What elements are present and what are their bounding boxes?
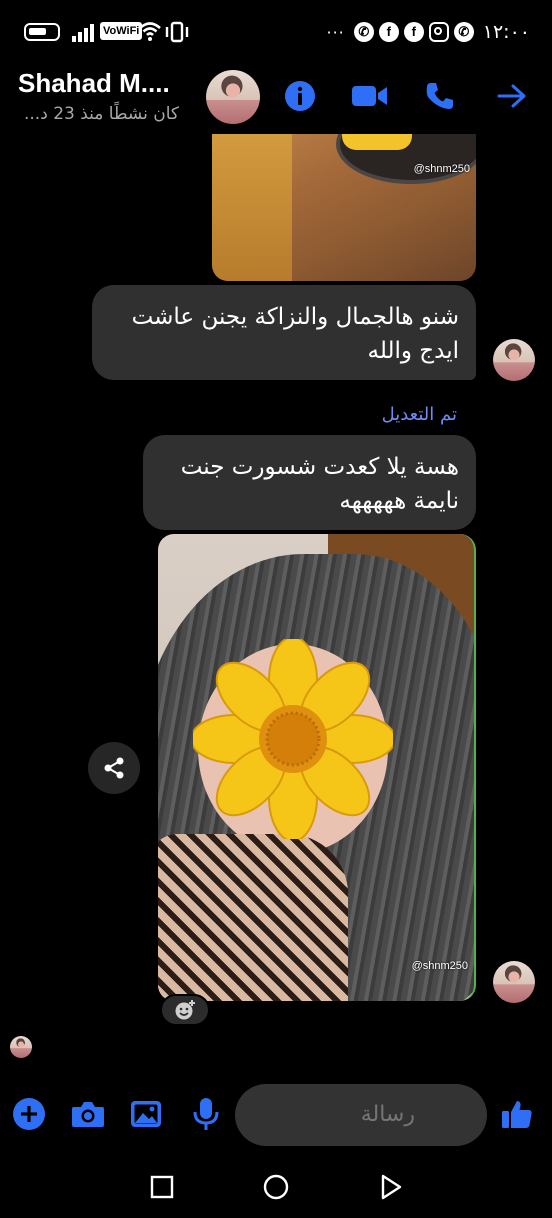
image-watermark: @shnm250 [413, 163, 470, 175]
plus-icon [13, 1098, 45, 1130]
square-icon [150, 1175, 174, 1199]
system-navigation-bar [0, 1150, 552, 1218]
gallery-icon [131, 1101, 161, 1127]
chat-header: Shahad M.... كان نشطًا منذ 23 د... [0, 64, 552, 134]
wifi-icon [139, 22, 161, 41]
more-notifications: ··· [326, 22, 345, 42]
status-right: ··· ✆ f f ✆ ١٢:٠٠ [327, 20, 531, 44]
contact-avatar[interactable] [206, 70, 260, 124]
facebook-icon: f [403, 22, 424, 42]
message-composer [0, 1082, 552, 1148]
home-button[interactable] [263, 1174, 289, 1200]
message-input[interactable] [235, 1084, 487, 1146]
forward-button[interactable] [494, 78, 530, 114]
vibrate-icon [165, 21, 189, 43]
contact-name[interactable]: Shahad M.... [18, 68, 170, 99]
add-button[interactable] [11, 1096, 47, 1132]
image-message[interactable]: @shnm250 [158, 534, 476, 1001]
voice-call-button[interactable] [422, 78, 458, 114]
emoji-add-icon [175, 1000, 195, 1020]
circle-icon [263, 1174, 289, 1200]
voice-message-button[interactable] [188, 1096, 224, 1132]
vowifi-badge: VoWiFi [100, 22, 143, 40]
whatsapp-icon: ✆ [353, 22, 374, 42]
info-icon [285, 81, 315, 111]
whatsapp-icon: ✆ [453, 22, 474, 42]
instagram-icon [428, 22, 449, 42]
forward-arrow-icon [497, 84, 526, 108]
last-active-status: كان نشطًا منذ 23 د... [24, 104, 179, 124]
info-button[interactable] [282, 78, 318, 114]
back-button[interactable] [378, 1174, 404, 1200]
signal-icon [72, 22, 96, 42]
battery-icon [24, 23, 60, 41]
share-icon [104, 757, 124, 779]
image-message[interactable]: @shnm250 [212, 134, 476, 281]
recents-button[interactable] [149, 1174, 175, 1200]
message-bubble[interactable]: هسة يلا كعدت شسورت جنت نايمة هههههه [143, 435, 476, 530]
microphone-icon [193, 1098, 219, 1130]
seen-indicator-avatar [10, 1036, 32, 1058]
like-button[interactable] [499, 1096, 535, 1132]
sender-avatar [493, 961, 535, 1003]
add-reaction-button[interactable] [160, 994, 210, 1026]
video-call-icon [352, 86, 387, 106]
message-bubble[interactable]: شنو هالجمال والنزاكة يجنن عاشت ايدج والل… [92, 285, 476, 380]
phone-call-icon [426, 83, 453, 109]
thumbs-up-icon [502, 1101, 532, 1128]
camera-button[interactable] [70, 1096, 106, 1132]
sunflower-sticker [193, 639, 393, 839]
image-watermark: @shnm250 [411, 960, 468, 972]
facebook-icon: f [378, 22, 399, 42]
share-button[interactable] [88, 742, 140, 794]
camera-icon [72, 1102, 104, 1127]
sender-avatar [493, 339, 535, 381]
edited-label: تم التعديل [381, 404, 457, 425]
video-call-button[interactable] [352, 78, 388, 114]
clock: ١٢:٠٠ [482, 21, 530, 43]
gallery-button[interactable] [128, 1096, 164, 1132]
status-bar: VoWiFi ··· ✆ f f ✆ ١٢:٠٠ [0, 0, 552, 64]
triangle-back-icon [381, 1174, 402, 1200]
photo-content [212, 134, 292, 281]
